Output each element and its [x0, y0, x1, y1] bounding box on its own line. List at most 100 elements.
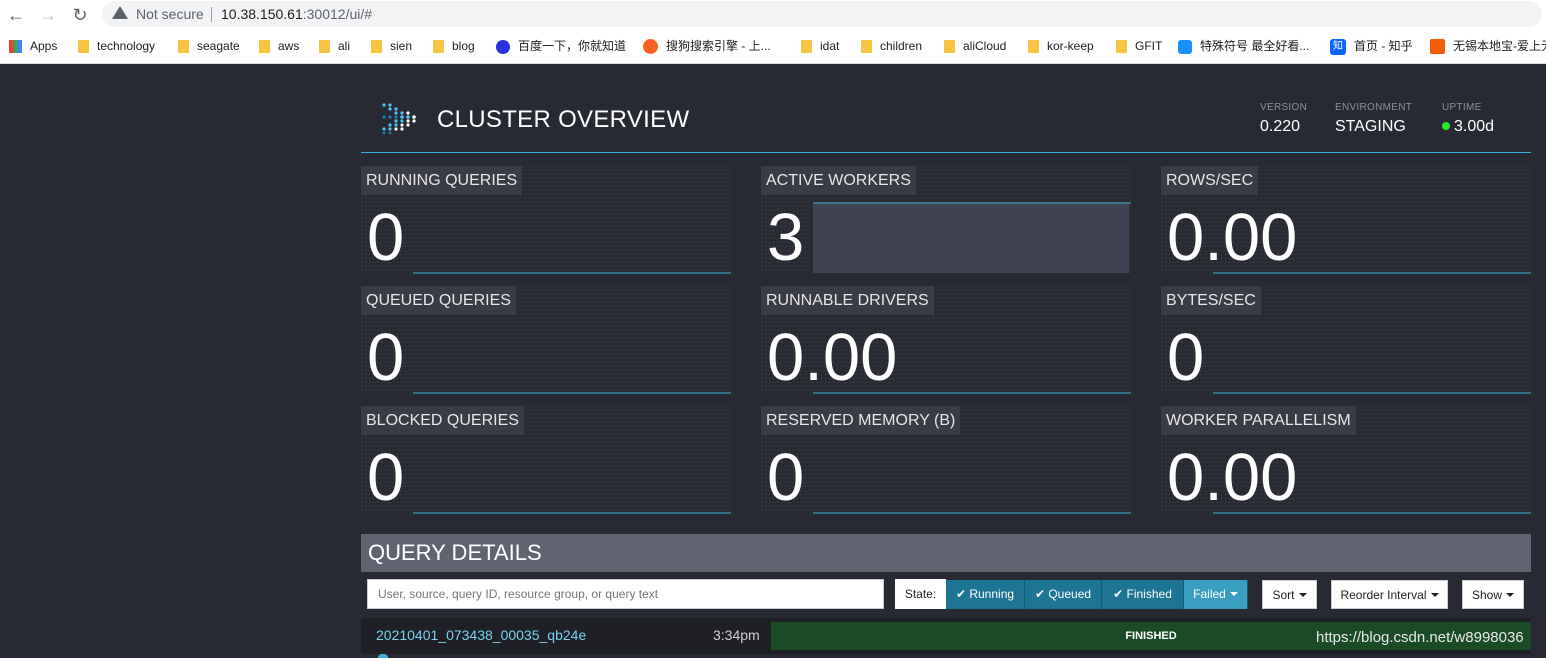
sogou-icon	[643, 39, 658, 55]
bookmark-wuxi[interactable]: 无锡本地宝-爱上无锡	[1430, 36, 1546, 56]
bookmark-aws[interactable]: aws	[259, 36, 299, 56]
security-label[interactable]: Not secure	[136, 6, 204, 22]
version-value: 0.220	[1260, 118, 1301, 135]
bookmark-gfit[interactable]: GFIT	[1116, 36, 1162, 56]
tile-rows-sec: ROWS/SEC 0.00	[1161, 166, 1531, 275]
check-icon: ✔	[1034, 587, 1049, 601]
tile-worker-parallelism: WORKER PARALLELISM 0.00	[1161, 406, 1531, 515]
bookmark-baidu[interactable]: 百度一下，你就知道	[496, 36, 626, 56]
tile-value: 0.00	[767, 320, 898, 395]
caret-down-icon	[1298, 593, 1307, 597]
bookmark-seagate[interactable]: seagate	[178, 36, 240, 56]
bookmark-sogou[interactable]: 搜狗搜索引擎 - 上...	[643, 36, 771, 56]
back-icon[interactable]: ←	[5, 4, 27, 26]
tile-blocked-queries: BLOCKED QUERIES 0	[361, 406, 731, 515]
environment-label: ENVIRONMENT	[1335, 102, 1413, 113]
status-dot-icon	[1442, 122, 1450, 130]
tile-value: 0	[367, 440, 405, 515]
uptime-value: 3.00d	[1442, 118, 1494, 136]
environment-stat: ENVIRONMENT STAGING	[1335, 102, 1412, 136]
browser-chrome: ← → ↻ Not secure 10.38.150.61:30012/ui/#…	[0, 0, 1546, 64]
uptime-label: UPTIME	[1442, 102, 1482, 113]
state-finished-button[interactable]: ✔ Finished	[1102, 580, 1184, 609]
bookmark-kor-keep[interactable]: kor-keep	[1028, 36, 1094, 56]
sparkline	[413, 272, 731, 274]
check-icon: ✔	[955, 587, 970, 601]
tile-label: WORKER PARALLELISM	[1161, 406, 1356, 435]
bookmark-idat[interactable]: idat	[801, 36, 839, 56]
tile-label: RUNNABLE DRIVERS	[761, 286, 934, 315]
baidu-icon	[496, 39, 510, 54]
folder-icon	[319, 40, 330, 54]
environment-value: STAGING	[1335, 118, 1406, 135]
reorder-interval-dropdown[interactable]: Reorder Interval	[1331, 580, 1448, 609]
tile-value: 3	[767, 200, 805, 275]
caret-down-icon	[1430, 593, 1439, 597]
folder-icon	[801, 40, 812, 54]
state-queued-button[interactable]: ✔ Queued	[1025, 580, 1102, 609]
folder-icon	[433, 40, 444, 54]
tile-value: 0.00	[1167, 200, 1298, 275]
tile-label: BLOCKED QUERIES	[361, 406, 524, 435]
url-text[interactable]: 10.38.150.61:30012/ui/#	[221, 6, 372, 22]
folder-icon	[178, 40, 189, 54]
tile-value: 0	[767, 440, 805, 515]
show-dropdown[interactable]: Show	[1462, 580, 1524, 609]
query-details-title: QUERY DETAILS	[361, 534, 1531, 572]
state-failed-dropdown[interactable]: Failed	[1184, 580, 1248, 609]
tile-label: QUEUED QUERIES	[361, 286, 516, 315]
sparkline	[413, 392, 731, 394]
next-row-indicator	[378, 654, 388, 658]
bookmark-zhihu[interactable]: 知首页 - 知乎	[1330, 36, 1413, 56]
warning-icon[interactable]	[112, 6, 128, 19]
state-running-button[interactable]: ✔ Running	[946, 580, 1025, 609]
tile-bytes-sec: BYTES/SEC 0	[1161, 286, 1531, 395]
tile-label: RUNNING QUERIES	[361, 166, 523, 195]
folder-icon	[1116, 40, 1127, 54]
folder-icon	[259, 40, 270, 54]
bookmark-sien[interactable]: sien	[371, 36, 412, 56]
sparkline	[813, 202, 1131, 273]
bookmark-special-symbols[interactable]: 特殊符号 最全好看...	[1178, 36, 1309, 56]
address-separator	[211, 7, 212, 22]
sort-dropdown[interactable]: Sort	[1262, 580, 1317, 609]
tile-value: 0	[367, 200, 405, 275]
sparkline	[1213, 392, 1531, 394]
sparkline	[413, 512, 731, 514]
bookmark-blog[interactable]: blog	[433, 36, 475, 56]
tile-value: 0	[1167, 320, 1205, 395]
presto-logo-icon	[382, 103, 416, 135]
header-divider	[361, 152, 1531, 153]
query-id-link[interactable]: 20210401_073438_00035_qb24e	[376, 627, 586, 643]
folder-icon	[78, 40, 89, 54]
folder-icon	[944, 40, 955, 54]
version-stat: VERSION 0.220	[1260, 102, 1307, 136]
zhihu-icon: 知	[1330, 38, 1346, 55]
apps-icon	[9, 40, 22, 54]
bookmark-alicloud[interactable]: aliCloud	[944, 36, 1006, 56]
page-title: CLUSTER OVERVIEW	[437, 106, 690, 133]
bookmark-children[interactable]: children	[861, 36, 922, 56]
uptime-stat: UPTIME 3.00d	[1442, 102, 1494, 136]
reload-icon[interactable]: ↻	[69, 4, 91, 26]
tile-label: ACTIVE WORKERS	[761, 166, 916, 195]
version-label: VERSION	[1260, 102, 1308, 113]
fire-icon	[1178, 39, 1192, 54]
bookmark-ali[interactable]: ali	[319, 36, 350, 56]
caret-down-icon	[1229, 592, 1238, 596]
bookmark-technology[interactable]: technology	[78, 36, 155, 56]
forward-icon[interactable]: →	[37, 4, 59, 26]
tile-label: RESERVED MEMORY (B)	[761, 406, 961, 435]
folder-icon	[1028, 40, 1039, 54]
tile-label: BYTES/SEC	[1161, 286, 1261, 315]
bookmarks-bar: Apps technology seagate aws ali sien blo…	[0, 33, 1546, 59]
tile-value: 0.00	[1167, 440, 1298, 515]
tile-runnable-drivers: RUNNABLE DRIVERS 0.00	[761, 286, 1131, 395]
tile-running-queries: RUNNING QUERIES 0	[361, 166, 731, 275]
caret-down-icon	[1506, 593, 1515, 597]
query-search-input[interactable]	[367, 579, 884, 609]
tile-value: 0	[367, 320, 405, 395]
tile-label: ROWS/SEC	[1161, 166, 1259, 195]
state-label: State:	[895, 579, 946, 609]
bookmark-apps[interactable]: Apps	[9, 36, 57, 56]
